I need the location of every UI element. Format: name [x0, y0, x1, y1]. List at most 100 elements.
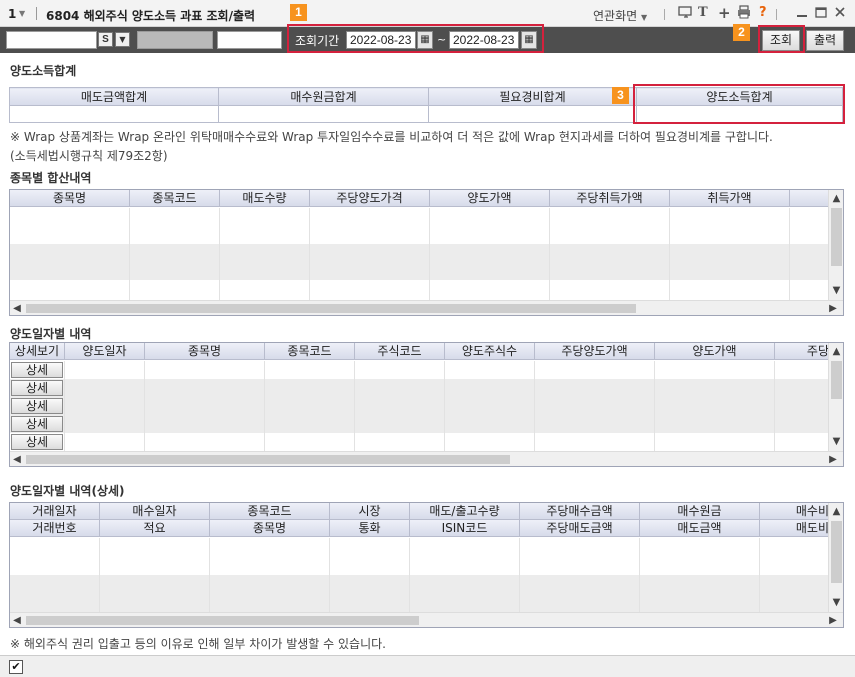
help-icon[interactable]: ? — [759, 5, 767, 21]
scroll-right-icon[interactable]: ▶ — [826, 301, 840, 315]
column-header[interactable]: 매도금액 — [640, 520, 760, 536]
horizontal-scrollbar[interactable]: ◀ ▶ — [10, 300, 843, 315]
column-header[interactable]: 매도수량 — [220, 190, 310, 206]
column-header[interactable]: 상세보기 — [10, 343, 65, 359]
screen-link-icon[interactable] — [678, 5, 692, 24]
detail-button[interactable]: 상세 — [11, 380, 63, 396]
column-header[interactable]: ISIN코드 — [410, 520, 520, 536]
column-header[interactable]: 주당양도가격 — [310, 190, 430, 206]
scroll-thumb[interactable] — [26, 304, 636, 313]
column-header[interactable]: 매수일자 — [100, 503, 210, 519]
column-header[interactable]: 종목코드 — [265, 343, 355, 359]
column-header[interactable]: 양도일자 — [65, 343, 145, 359]
annotation-badge-2: 2 — [733, 24, 750, 41]
scroll-down-icon[interactable]: ▼ — [829, 435, 843, 449]
wrap-note-line1: ※ Wrap 상품계좌는 Wrap 온라인 위탁매매수수료와 Wrap 투자일임… — [10, 130, 773, 144]
screen-number[interactable]: 1 — [8, 7, 16, 21]
detail-button[interactable]: 상세 — [11, 416, 63, 432]
column-header[interactable]: 양도주식수 — [445, 343, 535, 359]
footer-checkbox[interactable]: ✔ — [9, 660, 23, 674]
highlight-period — [287, 24, 544, 53]
column-header[interactable]: 주식코드 — [355, 343, 445, 359]
close-icon[interactable] — [834, 5, 846, 24]
column-header[interactable]: 시장 — [330, 503, 410, 519]
scroll-thumb[interactable] — [831, 521, 842, 583]
detail-button[interactable]: 상세 — [11, 434, 63, 450]
column-header[interactable]: 매도/출고수량 — [410, 503, 520, 519]
table-row[interactable] — [10, 433, 830, 451]
horizontal-scrollbar[interactable]: ◀ ▶ — [10, 612, 843, 627]
column-header[interactable]: 매수비 — [760, 503, 830, 519]
column-header[interactable]: 취득가액 — [670, 190, 790, 206]
title-divider — [36, 7, 37, 20]
table-row[interactable] — [10, 280, 830, 300]
column-header[interactable]: 주당양도가액 — [535, 343, 655, 359]
table-row[interactable] — [10, 208, 830, 244]
column-header[interactable]: 주당매도금액 — [520, 520, 640, 536]
minimize-icon[interactable] — [796, 5, 808, 24]
column-header[interactable]: 매도비 — [760, 520, 830, 536]
detail-button[interactable]: 상세 — [11, 362, 63, 378]
column-header[interactable] — [790, 190, 830, 206]
account-search-button[interactable]: S — [98, 32, 113, 47]
account-input[interactable] — [6, 31, 97, 49]
password-input[interactable] — [217, 31, 282, 49]
scroll-up-icon[interactable]: ▲ — [829, 345, 843, 359]
related-screen-menu[interactable]: 연관화면 ▼ — [593, 7, 647, 24]
scroll-up-icon[interactable]: ▲ — [829, 505, 843, 519]
table-row[interactable] — [10, 244, 830, 280]
scroll-thumb[interactable] — [831, 208, 842, 266]
print-icon[interactable] — [737, 5, 751, 24]
column-header[interactable]: 주당 — [775, 343, 830, 359]
table-row[interactable] — [10, 575, 830, 612]
account-dropdown-icon[interactable]: ▼ — [115, 32, 130, 47]
column-header[interactable]: 양도가액 — [430, 190, 550, 206]
detail-header-row-2: 거래번호 적요 종목명 통화 ISIN코드 주당매도금액 매도금액 매도비 — [10, 520, 830, 537]
scroll-left-icon[interactable]: ◀ — [10, 301, 24, 315]
scroll-thumb[interactable] — [831, 361, 842, 399]
table-row[interactable] — [10, 538, 830, 575]
scroll-down-icon[interactable]: ▼ — [829, 284, 843, 298]
column-header[interactable]: 종목명 — [145, 343, 265, 359]
scroll-up-icon[interactable]: ▲ — [829, 192, 843, 206]
plus-icon[interactable]: + — [718, 5, 731, 21]
column-header[interactable]: 매수원금 — [640, 503, 760, 519]
table-row[interactable] — [10, 415, 830, 433]
scroll-right-icon[interactable]: ▶ — [826, 613, 840, 627]
table-row[interactable] — [10, 397, 830, 415]
vertical-scrollbar[interactable]: ▲ ▼ — [828, 190, 843, 300]
summary-header-expense-total: 필요경비합계 — [428, 87, 637, 106]
checkmark-icon: ✔ — [11, 660, 21, 673]
summary-cell — [9, 105, 219, 123]
by-stock-grid: 종목명 종목코드 매도수량 주당양도가격 양도가액 주당취득가액 취득가액 ▲ … — [9, 189, 844, 316]
column-header[interactable]: 적요 — [100, 520, 210, 536]
scroll-left-icon[interactable]: ◀ — [10, 613, 24, 627]
scroll-thumb[interactable] — [26, 455, 510, 464]
column-header[interactable]: 거래일자 — [10, 503, 100, 519]
table-row[interactable] — [10, 361, 830, 379]
scroll-thumb[interactable] — [26, 616, 419, 625]
table-row[interactable] — [10, 379, 830, 397]
chevron-down-icon: ▼ — [641, 13, 648, 22]
column-header[interactable]: 주당매수금액 — [520, 503, 640, 519]
vertical-scrollbar[interactable]: ▲ ▼ — [828, 503, 843, 612]
column-header[interactable]: 종목코드 — [210, 503, 330, 519]
vertical-scrollbar[interactable]: ▲ ▼ — [828, 343, 843, 451]
scroll-down-icon[interactable]: ▼ — [829, 596, 843, 610]
print-button[interactable]: 출력 — [806, 30, 844, 51]
maximize-icon[interactable] — [815, 5, 827, 24]
column-header[interactable]: 통화 — [330, 520, 410, 536]
by-date-header-row: 상세보기 양도일자 종목명 종목코드 주식코드 양도주식수 주당양도가액 양도가… — [10, 343, 830, 360]
scroll-right-icon[interactable]: ▶ — [826, 452, 840, 466]
column-header[interactable]: 종목코드 — [130, 190, 220, 206]
column-header[interactable]: 종목명 — [10, 190, 130, 206]
text-icon[interactable]: T — [698, 5, 708, 21]
scroll-left-icon[interactable]: ◀ — [10, 452, 24, 466]
column-header[interactable]: 주당취득가액 — [550, 190, 670, 206]
column-header[interactable]: 양도가액 — [655, 343, 775, 359]
detail-button[interactable]: 상세 — [11, 398, 63, 414]
column-header[interactable]: 종목명 — [210, 520, 330, 536]
column-header[interactable]: 거래번호 — [10, 520, 100, 536]
horizontal-scrollbar[interactable]: ◀ ▶ — [10, 451, 843, 466]
screen-number-dropdown-icon[interactable]: ▼ — [19, 9, 25, 18]
